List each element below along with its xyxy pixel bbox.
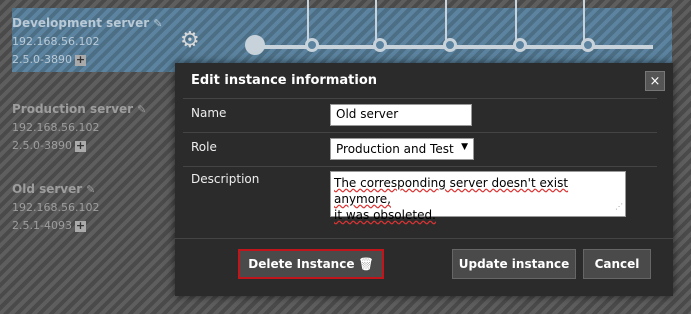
instance-ip: 192.168.56.102 (12, 35, 100, 48)
chevron-down-icon: ▼ (461, 142, 468, 152)
instance-card[interactable]: Development server ✎ 192.168.56.102 2.5.0… (12, 14, 172, 69)
delete-label: Delete Instance (248, 257, 355, 271)
gear-icon: ⚙ (180, 28, 200, 53)
pencil-icon[interactable]: ✎ (137, 101, 146, 119)
timeline-node[interactable] (245, 35, 265, 55)
instance-timeline (245, 0, 665, 70)
trash-icon: 🗑 (358, 257, 374, 271)
instance-name: Development server (12, 16, 150, 30)
pencil-icon[interactable]: ✎ (86, 181, 95, 199)
role-label: Role (191, 140, 217, 154)
update-instance-button[interactable]: Update instance (452, 249, 576, 279)
description-line: it was obsoleted. (334, 208, 436, 222)
description-textarea[interactable]: The corresponding server doesn't exist a… (330, 171, 626, 222)
description-line: The corresponding server doesn't exist a… (334, 176, 569, 206)
timeline-node[interactable] (373, 38, 387, 52)
name-label: Name (191, 106, 227, 120)
edit-instance-dialog: Edit instance information × Name Old ser… (175, 63, 673, 296)
dialog-title: Edit instance information (191, 73, 378, 88)
timeline-node[interactable] (305, 38, 319, 52)
role-selected-value: Production and Test (336, 142, 454, 156)
divider (183, 98, 657, 99)
role-select[interactable]: Production and Test ▼ (330, 138, 474, 160)
footer-divider (175, 238, 673, 239)
plus-icon[interactable]: + (74, 220, 86, 232)
close-icon[interactable]: × (645, 71, 665, 91)
cancel-button[interactable]: Cancel (583, 249, 651, 279)
instance-version: 2.5.0-3890 (12, 139, 72, 152)
delete-instance-button[interactable]: Delete Instance 🗑 (238, 249, 384, 279)
instance-name: Production server (12, 102, 134, 116)
divider (183, 166, 657, 167)
plus-icon[interactable]: + (74, 54, 86, 66)
resize-grip-icon[interactable]: ⋰ (615, 199, 623, 215)
timeline-node[interactable] (513, 38, 527, 52)
timeline-node[interactable] (581, 38, 595, 52)
instance-ip: 192.168.56.102 (12, 201, 100, 214)
divider (183, 132, 657, 133)
instance-version: 2.5.1-4093 (12, 219, 72, 232)
instance-ip: 192.168.56.102 (12, 121, 100, 134)
description-label: Description (191, 172, 260, 186)
pencil-icon[interactable]: ✎ (153, 15, 162, 33)
timeline-node[interactable] (443, 38, 457, 52)
plus-icon[interactable]: + (74, 140, 86, 152)
instance-version: 2.5.0-3890 (12, 53, 72, 66)
instance-card[interactable]: Old server ✎ 192.168.56.102 2.5.1-4093 + (12, 180, 172, 235)
name-input[interactable]: Old server (330, 104, 472, 126)
instance-card[interactable]: Production server ✎ 192.168.56.102 2.5.0-… (12, 100, 172, 155)
instance-name: Old server (12, 182, 83, 196)
